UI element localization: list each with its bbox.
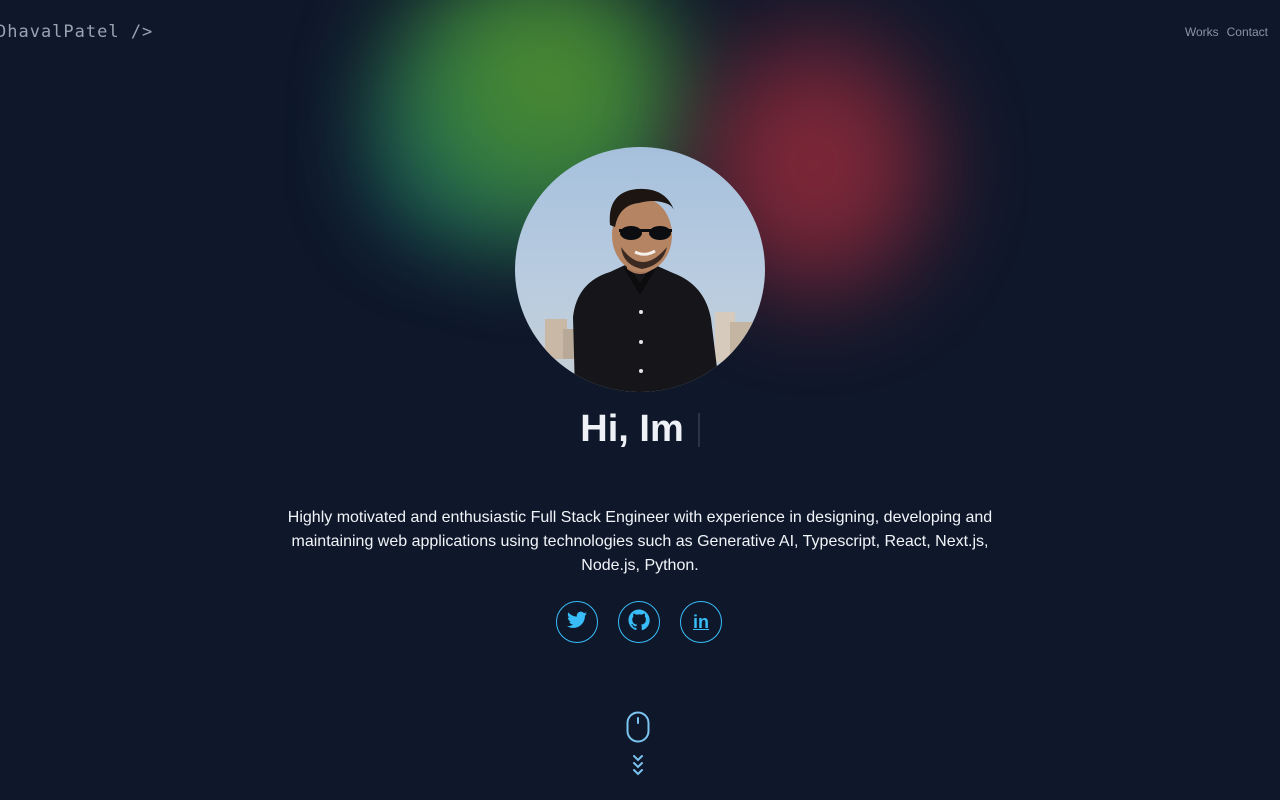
github-icon (628, 608, 650, 636)
twitter-icon (567, 611, 587, 634)
linkedin-icon: in (693, 611, 709, 632)
linkedin-link[interactable]: in (680, 601, 722, 643)
hero-bio: Highly motivated and enthusiastic Full S… (287, 509, 993, 574)
page: DhavalPatel /> Works Contact Hi, Im High… (0, 0, 1280, 800)
social-links: in (556, 601, 722, 643)
scroll-indicator[interactable] (626, 711, 650, 784)
mouse-icon (626, 711, 650, 783)
profile-avatar (515, 147, 765, 392)
github-link[interactable] (618, 601, 660, 643)
site-logo[interactable]: DhavalPatel /> (0, 22, 153, 42)
nav-contact[interactable]: Contact (1227, 25, 1268, 39)
top-nav: Works Contact (1185, 25, 1268, 39)
twitter-link[interactable] (556, 601, 598, 643)
typing-cursor (697, 413, 700, 447)
hero-greeting: Hi, Im (0, 408, 1280, 451)
nav-works[interactable]: Works (1185, 25, 1219, 39)
greeting-text: Hi, Im (580, 408, 684, 450)
